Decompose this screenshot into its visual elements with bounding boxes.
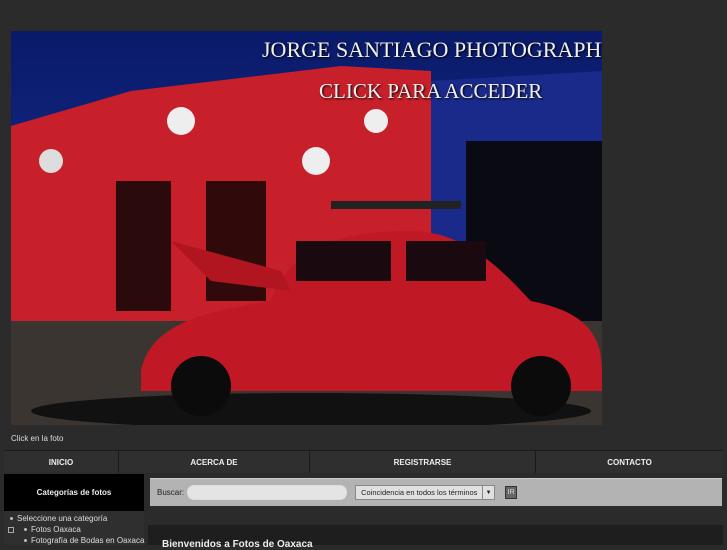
- search-submit-button[interactable]: IR: [505, 486, 518, 499]
- search-label: Buscar:: [157, 488, 185, 497]
- category-item[interactable]: Fotografía de Bodas en Oaxaca: [4, 535, 144, 546]
- bullet-icon: [24, 527, 27, 531]
- nav-contacto[interactable]: CONTACTO: [536, 451, 723, 473]
- category-label: Seleccione una categoría: [17, 514, 108, 523]
- search-bar: Buscar: Coincidencia en todos los términ…: [150, 478, 722, 506]
- search-input[interactable]: [187, 485, 348, 500]
- photo-caption: Click en la foto: [11, 434, 64, 443]
- bullet-icon: [10, 516, 13, 520]
- photo-subtitle: CLICK PARA ACCEDER: [319, 79, 543, 103]
- nav-acerca-de[interactable]: ACERCA DE: [119, 451, 310, 473]
- chevron-down-icon: ▼: [482, 486, 494, 499]
- tree-expand-icon[interactable]: [8, 526, 14, 533]
- photo-title: JORGE SANTIAGO PHOTOGRAPHY: [262, 37, 602, 62]
- header-photo-link[interactable]: JORGE SANTIAGO PHOTOGRAPHY CLICK PARA AC…: [11, 31, 602, 425]
- nav-inicio[interactable]: INICIO: [4, 451, 119, 473]
- sidebar: Categorías de fotos Seleccione una categ…: [4, 474, 144, 545]
- bullet-icon: [24, 538, 27, 542]
- match-type-select[interactable]: Coincidencia en todos los términos ▼: [355, 485, 496, 500]
- nav-registrarse[interactable]: REGISTRARSE: [310, 451, 536, 473]
- main-nav: INICIO ACERCA DE REGISTRARSE CONTACTO: [4, 450, 723, 473]
- category-item[interactable]: Fotos Oaxaca: [4, 524, 144, 535]
- select-value: Coincidencia en todos los términos: [361, 488, 478, 497]
- category-item[interactable]: Seleccione una categoría: [4, 513, 144, 524]
- category-label: Fotografía de Bodas en Oaxaca: [31, 536, 145, 545]
- category-label: Fotos Oaxaca: [31, 525, 81, 534]
- sidebar-title: Categorías de fotos: [4, 474, 144, 511]
- main-content: Bienvenidos a Fotos de Oaxaca: [148, 525, 723, 550]
